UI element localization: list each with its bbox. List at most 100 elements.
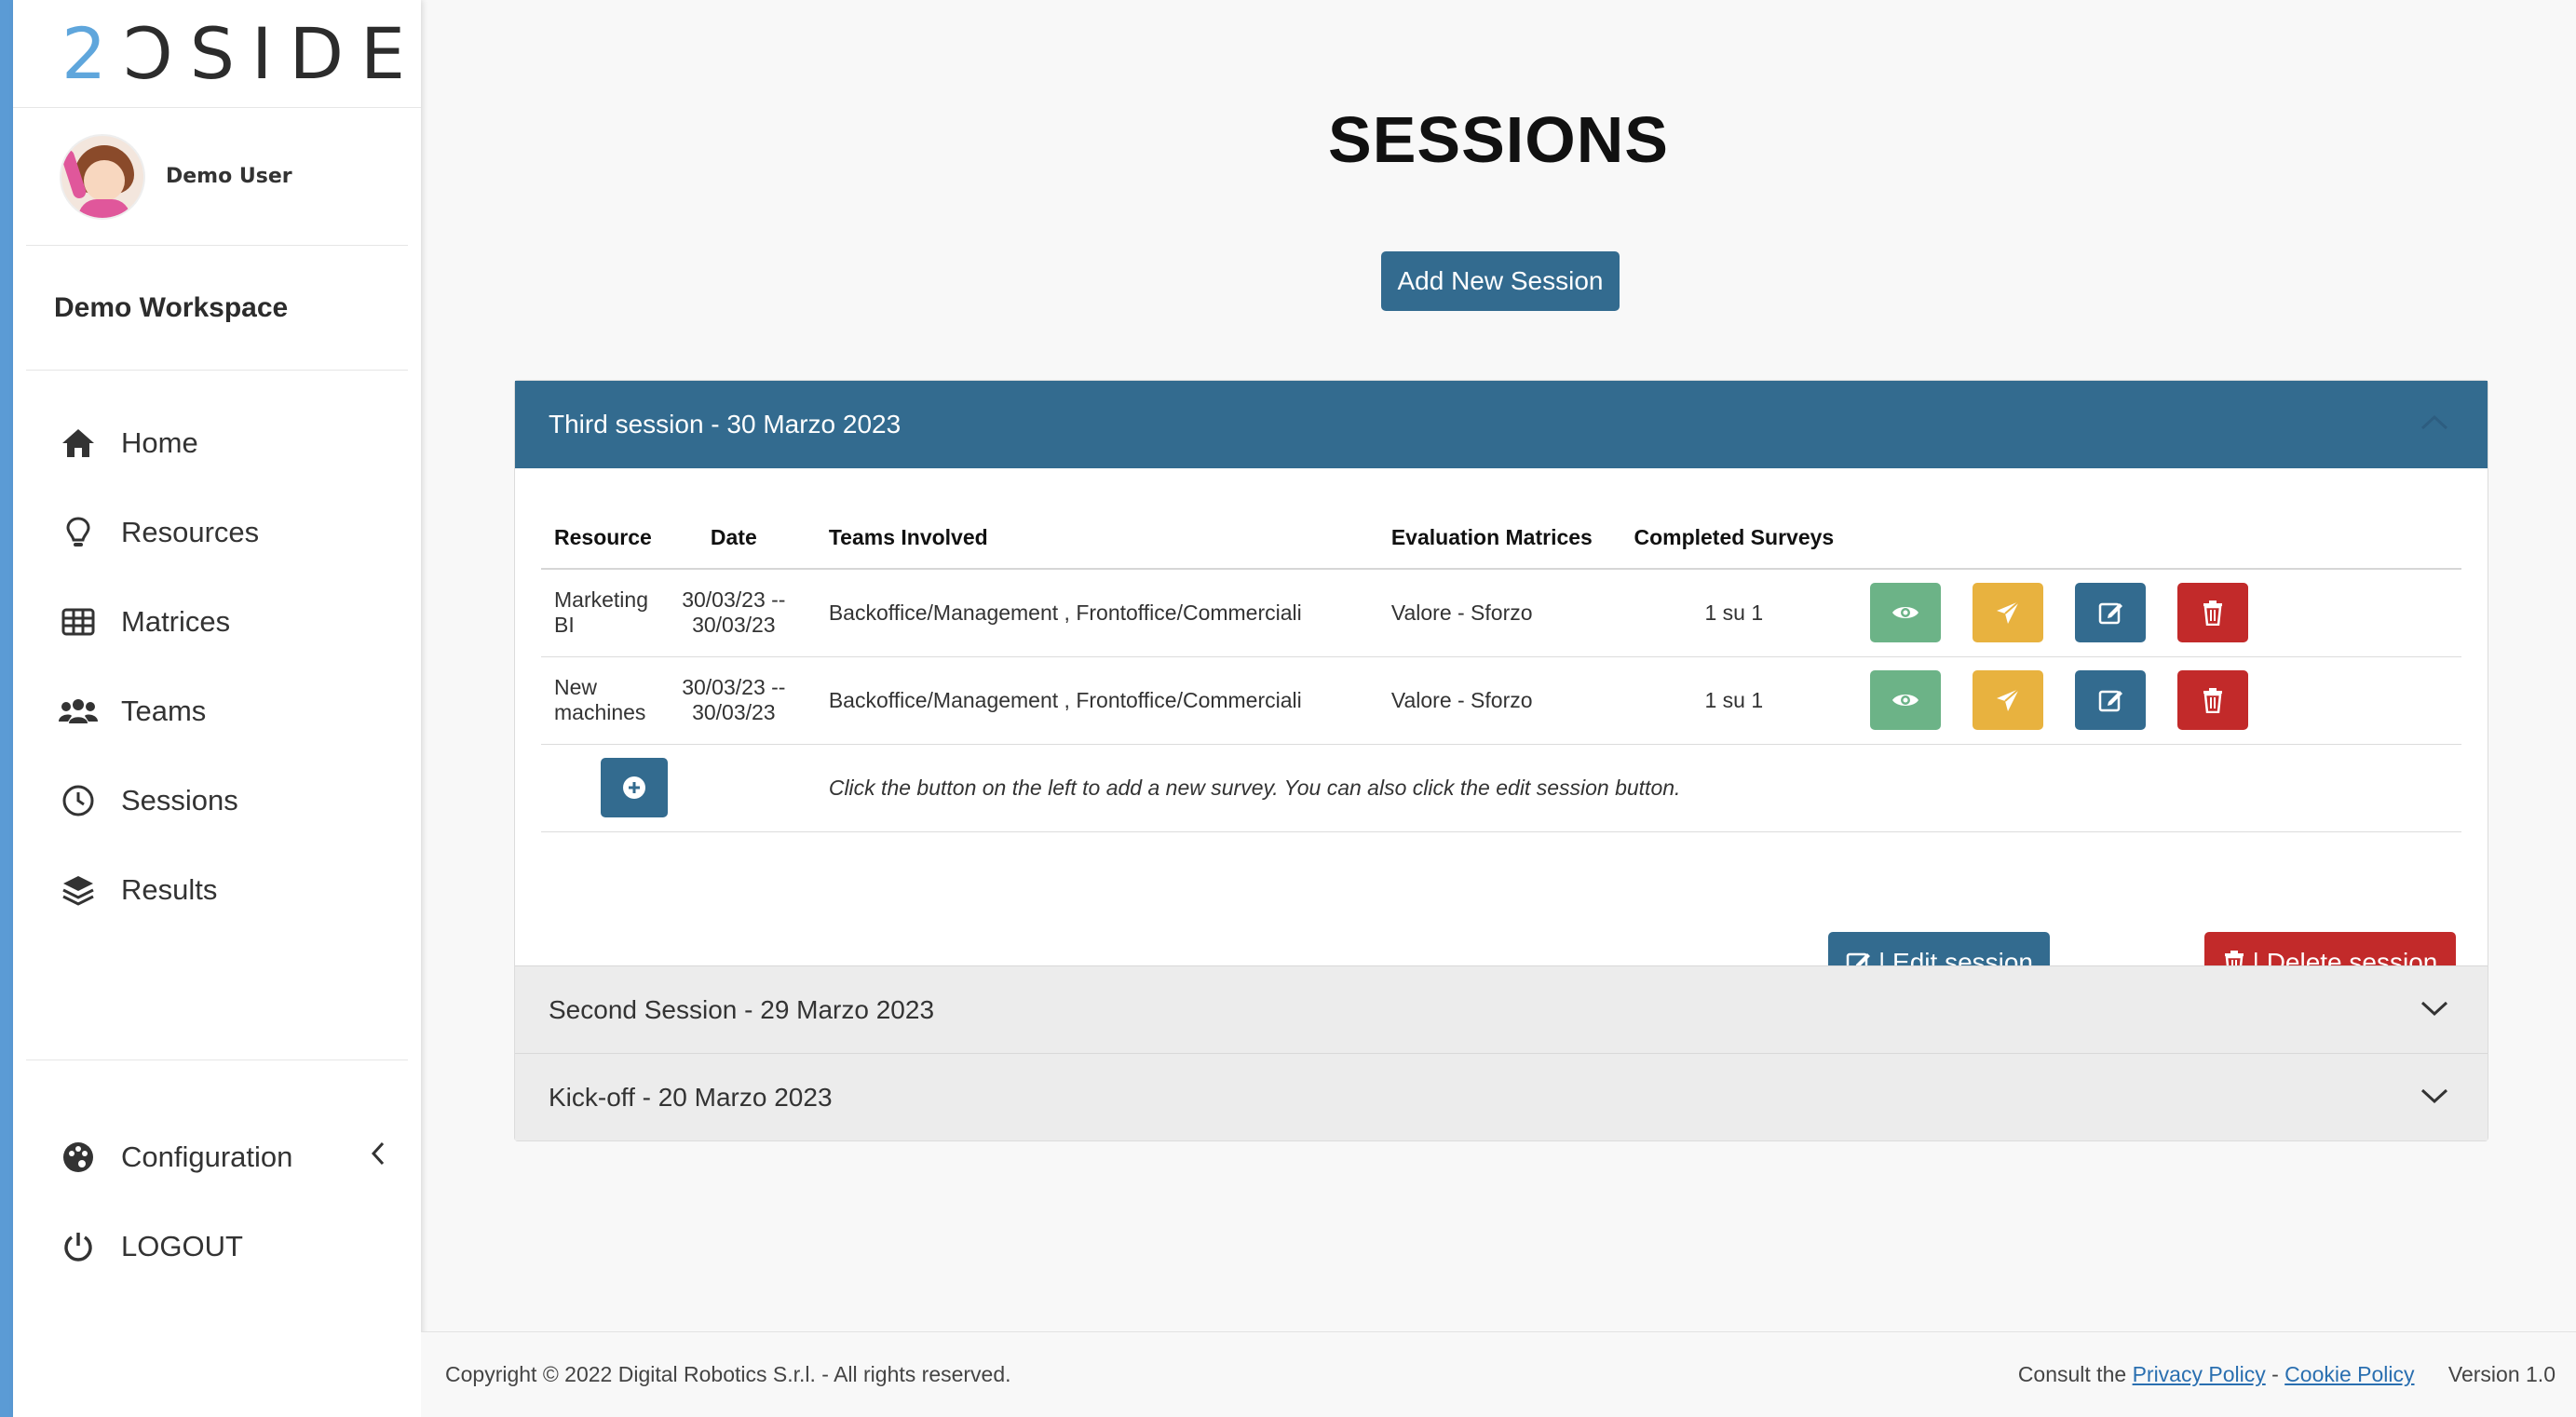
copyright: Copyright © 2022 Digital Robotics S.r.l.… [445,1362,1011,1386]
session-title: Third session - 30 Marzo 2023 [549,410,902,439]
logo[interactable]: 2ƆSIDE [13,0,421,108]
eye-icon [1891,695,1918,706]
sidebar-item-logout[interactable]: LOGOUT [26,1202,408,1291]
clock-icon [58,780,99,821]
sidebar-item-label: Resources [121,516,260,548]
sidebar-item-sessions[interactable]: Sessions [13,756,421,845]
matrices-cell: Valore - Sforzo [1377,656,1626,745]
sidebar-item-label: Sessions [121,784,238,816]
edit-icon [2098,690,2122,712]
add-survey-cell [541,744,816,832]
send-button[interactable] [1972,670,2043,730]
consult-text: Consult the [2017,1362,2127,1386]
users-icon [58,691,99,732]
sidebar-item-home[interactable]: Home [13,398,421,488]
sidebar-bottom-nav: Configuration LOGOUT [26,1059,408,1291]
user-name: Demo User [166,165,292,188]
teams-cell: Backoffice/Management , Frontoffice/Comm… [815,656,1378,745]
avatar [60,133,145,220]
surveys-table: Resource Date Teams Involved Evaluation … [541,507,2461,832]
sidebar: 2ƆSIDE Demo User Demo Workspace Home Res… [13,0,421,1417]
sidebar-item-results[interactable]: Results [13,845,421,935]
teams-cell: Backoffice/Management , Frontoffice/Comm… [815,569,1378,657]
home-icon [58,423,99,464]
session-header-third[interactable]: Third session - 30 Marzo 2023 [515,381,2488,468]
sidebar-item-label: Matrices [121,605,231,638]
resource-cell: Marketing BI [541,569,652,657]
chevron-up-icon[interactable] [2419,407,2450,439]
column-header: Completed Surveys [1625,507,1842,570]
paper-plane-icon [1996,601,2020,625]
main-content: SESSIONS Add New Session Third session -… [421,0,2576,1331]
column-header: Evaluation Matrices [1377,507,1626,570]
date-cell: 30/03/23 -- 30/03/23 [651,656,816,745]
page-title: SESSIONS [1328,103,1669,176]
lightbulb-icon [58,512,99,553]
column-header: Date [651,507,816,570]
table-row: Marketing BI 30/03/23 -- 30/03/23 Backof… [541,569,2461,657]
power-icon [58,1226,99,1267]
table-row: New machines 30/03/23 -- 30/03/23 Backof… [541,656,2461,745]
cookie-policy-link[interactable]: Cookie Policy [2285,1362,2414,1386]
session-title: Kick-off - 20 Marzo 2023 [549,1082,833,1112]
sidebar-item-teams[interactable]: Teams [13,667,421,756]
sidebar-item-matrices[interactable]: Matrices [13,577,421,667]
logo-text: 2ƆSIDE [61,12,422,95]
add-new-session-button[interactable]: Add New Session [1381,251,1620,311]
layers-icon [58,870,99,911]
paper-plane-icon [1996,688,2020,711]
actions-cell [1841,656,2461,745]
accent-strip [0,0,13,1417]
footer-links: Consult the Privacy Policy - Cookie Poli… [2018,1362,2556,1387]
user-profile[interactable]: Demo User [26,108,408,246]
sidebar-item-label: LOGOUT [121,1230,243,1262]
send-button[interactable] [1972,583,2043,643]
sidebar-nav: Home Resources Matrices Teams Sessions R… [13,371,421,935]
column-header-actions [1841,507,2461,570]
column-header: Teams Involved [815,507,1378,570]
sidebar-item-resources[interactable]: Resources [13,488,421,577]
sidebar-item-configuration[interactable]: Configuration [26,1113,408,1202]
palette-icon [58,1137,99,1178]
sidebar-item-label: Teams [121,695,207,727]
session-title: Second Session - 29 Marzo 2023 [549,994,935,1024]
chevron-down-icon[interactable] [2419,1080,2450,1112]
session-header-kickoff[interactable]: Kick-off - 20 Marzo 2023 [515,1053,2488,1140]
edit-icon [2098,603,2122,625]
trash-icon [2203,601,2222,627]
table-grid-icon [58,601,99,642]
session-body: Resource Date Teams Involved Evaluation … [515,468,2488,993]
eye-icon [1891,607,1918,619]
delete-button[interactable] [2176,583,2248,643]
chevron-left-icon[interactable] [371,1141,386,1173]
edit-button[interactable] [2074,670,2146,730]
chevron-down-icon[interactable] [2419,992,2450,1024]
completed-cell: 1 su 1 [1625,656,1842,745]
plus-circle-icon [623,776,645,799]
column-header: Resource [541,507,652,570]
matrices-cell: Valore - Sforzo [1377,569,1626,657]
version-text: Version 1.0 [2447,1362,2556,1386]
sidebar-item-label: Results [121,873,218,906]
sidebar-item-label: Configuration [121,1140,293,1173]
sidebar-item-label: Home [121,426,198,459]
footer: Copyright © 2022 Digital Robotics S.r.l.… [421,1331,2576,1417]
workspace-name[interactable]: Demo Workspace [26,246,408,371]
view-button[interactable] [1869,583,1941,643]
link-separator: - [2271,1362,2279,1386]
add-survey-hint: Click the button on the left to add a ne… [815,744,2461,832]
completed-cell: 1 su 1 [1625,569,1842,657]
add-survey-button[interactable] [601,758,668,817]
resource-cell: New machines [541,656,652,745]
table-row-add-survey: Click the button on the left to add a ne… [541,744,2461,832]
session-header-second[interactable]: Second Session - 29 Marzo 2023 [515,965,2488,1053]
edit-button[interactable] [2074,583,2146,643]
privacy-policy-link[interactable]: Privacy Policy [2133,1362,2266,1386]
date-cell: 30/03/23 -- 30/03/23 [651,569,816,657]
trash-icon [2203,688,2222,713]
delete-button[interactable] [2176,670,2248,730]
view-button[interactable] [1869,670,1941,730]
sessions-accordion: Third session - 30 Marzo 2023 Resource D… [514,380,2488,1141]
table-header-row: Resource Date Teams Involved Evaluation … [541,507,2461,570]
actions-cell [1841,569,2461,657]
